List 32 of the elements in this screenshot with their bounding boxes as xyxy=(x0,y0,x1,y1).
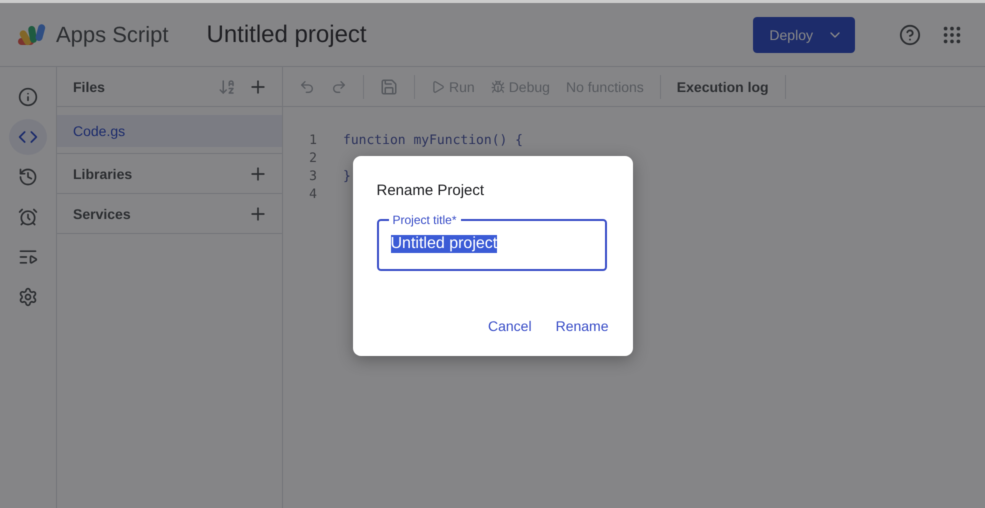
settings-icon xyxy=(18,287,38,307)
info-icon xyxy=(18,87,38,107)
code-nav-button[interactable] xyxy=(9,119,47,155)
cancel-button[interactable]: Cancel xyxy=(480,312,540,340)
files-heading: Files xyxy=(73,78,106,94)
line-number: 2 xyxy=(308,150,317,166)
bug-icon xyxy=(490,80,505,94)
redo-icon xyxy=(331,78,347,94)
app-name: Apps Script xyxy=(56,22,168,48)
project-title-input[interactable]: Untitled project xyxy=(390,234,498,252)
rename-button[interactable]: Rename xyxy=(548,312,616,340)
execution-log-button[interactable]: Execution log xyxy=(670,74,775,98)
section-heading: Libraries xyxy=(73,166,134,182)
alarm-clock-icon xyxy=(18,207,38,227)
line-number: 3 xyxy=(308,168,317,184)
project-title[interactable]: Untitled project xyxy=(206,20,746,48)
help-icon xyxy=(899,24,921,46)
file-item[interactable]: Code.gs xyxy=(57,115,282,147)
code-line: function myFunction() { xyxy=(343,132,524,148)
dialog-title: Rename Project xyxy=(376,182,486,198)
undo-icon xyxy=(299,78,315,94)
logo-icon xyxy=(16,22,48,48)
project-title-field[interactable]: Project title* Untitled project xyxy=(376,212,606,270)
section-heading: Services xyxy=(73,206,132,222)
line-number: 1 xyxy=(308,132,317,148)
line-number: 4 xyxy=(308,186,317,202)
history-icon xyxy=(18,167,38,187)
deploy-button[interactable]: Deploy xyxy=(753,16,855,52)
code-line: } xyxy=(343,168,351,184)
sort-az-icon xyxy=(218,78,236,96)
play-icon xyxy=(431,80,445,94)
save-icon xyxy=(380,78,398,96)
